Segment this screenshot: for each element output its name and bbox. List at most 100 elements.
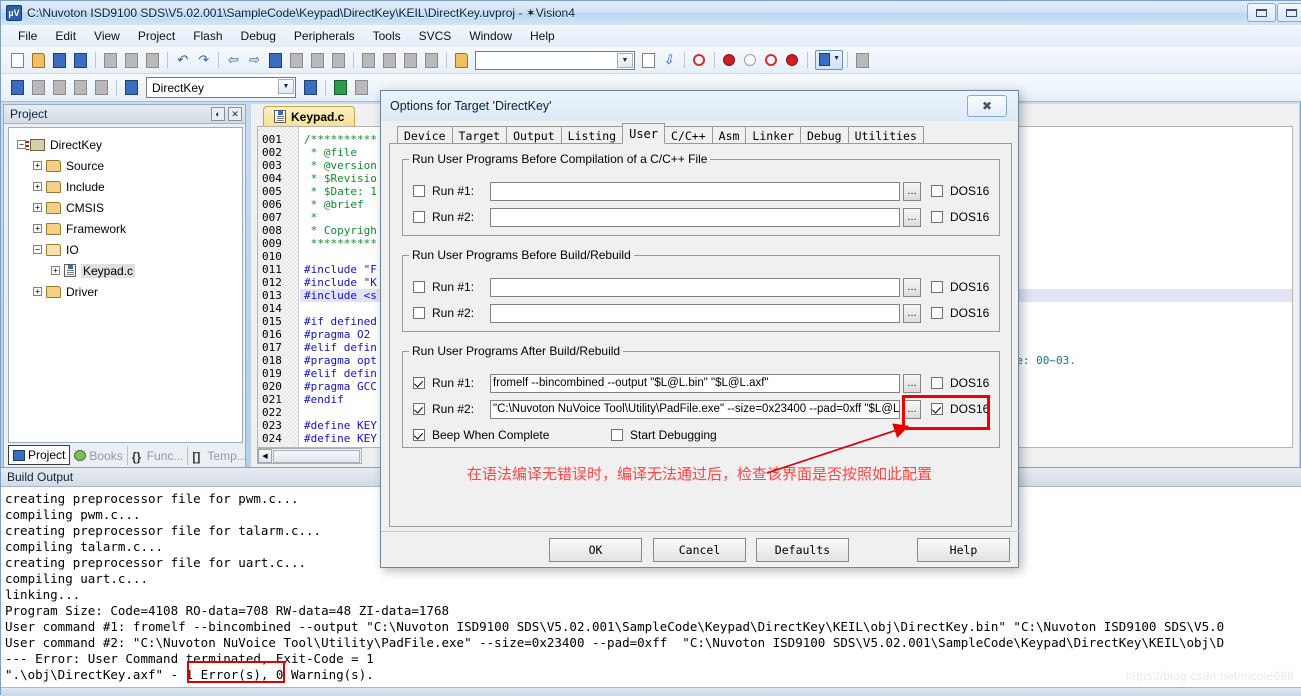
run2-browse-button[interactable]: ...	[903, 207, 921, 227]
uncomment-icon[interactable]	[423, 52, 440, 69]
config-wizard-icon[interactable]	[854, 52, 871, 69]
run2-checkbox[interactable]	[413, 307, 425, 319]
batch-build-icon[interactable]	[72, 79, 89, 96]
menu-item-window[interactable]: Window	[460, 27, 521, 45]
run1-checkbox[interactable]	[413, 377, 425, 389]
menu-item-svcs[interactable]: SVCS	[410, 27, 461, 45]
outdent-icon[interactable]	[381, 52, 398, 69]
tab-project[interactable]: Project	[8, 445, 71, 465]
tree-item-include[interactable]: + Include	[17, 176, 242, 197]
run1-browse-button[interactable]: ...	[903, 277, 921, 297]
menu-item-peripherals[interactable]: Peripherals	[285, 27, 364, 45]
chevron-down-icon[interactable]: ▼	[617, 52, 633, 68]
run2-dos16-checkbox[interactable]	[931, 403, 943, 415]
run2-checkbox[interactable]	[413, 211, 425, 223]
tree-item-directkey[interactable]: − DirectKey	[17, 134, 242, 155]
paste-icon[interactable]	[144, 52, 161, 69]
run2-input[interactable]	[490, 303, 900, 323]
breakpoint-disable-icon[interactable]	[742, 52, 759, 69]
run1-dos16-checkbox[interactable]	[931, 377, 943, 389]
expander-icon[interactable]: +	[33, 287, 42, 296]
breakpoint-disable-all-icon[interactable]	[763, 52, 780, 69]
cut-icon[interactable]	[102, 52, 119, 69]
tab-c-cpp[interactable]: C/C++	[664, 126, 713, 144]
tree-item-framework[interactable]: + Framework	[17, 218, 242, 239]
tab-utilities[interactable]: Utilities	[847, 126, 924, 144]
auto-hide-icon[interactable]: ◐	[211, 107, 225, 121]
forward-icon[interactable]: ⇨	[246, 52, 263, 69]
menu-item-view[interactable]: View	[85, 27, 129, 45]
menu-item-edit[interactable]: Edit	[46, 27, 85, 45]
close-icon[interactable]: ✖	[967, 95, 1007, 117]
run2-dos16-checkbox[interactable]	[931, 211, 943, 223]
editor-horizontal-scrollbar[interactable]: ◀	[257, 448, 362, 464]
defaults-button[interactable]: Defaults	[756, 538, 849, 562]
save-icon[interactable]	[51, 52, 68, 69]
bookmark-toggle-icon[interactable]	[267, 52, 284, 69]
breakpoint-icon[interactable]	[721, 52, 738, 69]
beep-when-complete-checkbox[interactable]	[413, 429, 425, 441]
tree-item-keypad-c[interactable]: + Keypad.c	[17, 260, 242, 281]
expander-icon[interactable]: −	[17, 140, 26, 149]
manage-components-icon[interactable]	[332, 79, 349, 96]
target-select[interactable]: DirectKey ▼	[146, 77, 296, 98]
minimize-button[interactable]	[1247, 3, 1276, 22]
run2-input[interactable]	[490, 207, 900, 227]
scroll-left-arrow-icon[interactable]: ◀	[258, 449, 272, 463]
back-icon[interactable]: ⇦	[225, 52, 242, 69]
run1-checkbox[interactable]	[413, 281, 425, 293]
copy-icon[interactable]	[123, 52, 140, 69]
redo-icon[interactable]: ↷	[195, 52, 212, 69]
bookmark-clear-icon[interactable]	[330, 52, 347, 69]
run2-browse-button[interactable]: ...	[903, 399, 921, 419]
run1-browse-button[interactable]: ...	[903, 373, 921, 393]
start-debugging-checkbox[interactable]	[611, 429, 623, 441]
tab-user[interactable]: User	[622, 123, 666, 144]
cancel-button[interactable]: Cancel	[653, 538, 746, 562]
expander-icon[interactable]: +	[33, 182, 42, 191]
expander-icon[interactable]: +	[33, 203, 42, 212]
run1-input[interactable]	[490, 277, 900, 297]
tab-templates[interactable]: [] Temp...	[188, 446, 252, 465]
find-icon[interactable]	[691, 52, 708, 69]
new-file-icon[interactable]	[9, 52, 26, 69]
run2-input[interactable]: "C:\Nuvoton NuVoice Tool\Utility\PadFile…	[490, 399, 900, 419]
maximize-button[interactable]	[1277, 3, 1301, 22]
run1-browse-button[interactable]: ...	[903, 181, 921, 201]
menu-item-file[interactable]: File	[9, 27, 46, 45]
editor-tab-keypad-c[interactable]: Keypad.c	[263, 106, 356, 126]
target-options-icon[interactable]	[302, 79, 319, 96]
menu-item-tools[interactable]: Tools	[364, 27, 410, 45]
expander-icon[interactable]: +	[33, 224, 42, 233]
rebuild-icon[interactable]	[51, 79, 68, 96]
breakpoint-kill-all-icon[interactable]	[784, 52, 801, 69]
tab-linker[interactable]: Linker	[745, 126, 801, 144]
tab-target[interactable]: Target	[451, 126, 508, 144]
tree-item-cmsis[interactable]: + CMSIS	[17, 197, 242, 218]
tree-item-driver[interactable]: + Driver	[17, 281, 242, 302]
run2-browse-button[interactable]: ...	[903, 303, 921, 323]
expander-icon[interactable]: +	[51, 266, 60, 275]
tree-item-source[interactable]: + Source	[17, 155, 242, 176]
ok-button[interactable]: OK	[549, 538, 642, 562]
indent-icon[interactable]	[360, 52, 377, 69]
tree-item-io[interactable]: − IO	[17, 239, 242, 260]
browse-icon[interactable]	[640, 52, 657, 69]
menu-item-help[interactable]: Help	[521, 27, 564, 45]
close-icon[interactable]: ✕	[228, 107, 242, 121]
menu-item-project[interactable]: Project	[129, 27, 184, 45]
tab-functions[interactable]: {} Func...	[128, 446, 189, 465]
expander-icon[interactable]: +	[33, 161, 42, 170]
build-icon[interactable]	[30, 79, 47, 96]
chevron-down-icon[interactable]: ▼	[278, 79, 294, 94]
run1-input[interactable]: fromelf --bincombined --output "$L@L.bin…	[490, 373, 900, 393]
menu-item-debug[interactable]: Debug	[232, 27, 285, 45]
save-all-icon[interactable]	[72, 52, 89, 69]
bookmark-prev-icon[interactable]	[288, 52, 305, 69]
download-icon[interactable]	[123, 79, 140, 96]
find-in-files-icon[interactable]	[453, 52, 470, 69]
tab-asm[interactable]: Asm	[711, 126, 747, 144]
tab-device[interactable]: Device	[397, 126, 453, 144]
goto-def-icon[interactable]: ⇩	[661, 52, 678, 69]
translate-icon[interactable]	[9, 79, 26, 96]
